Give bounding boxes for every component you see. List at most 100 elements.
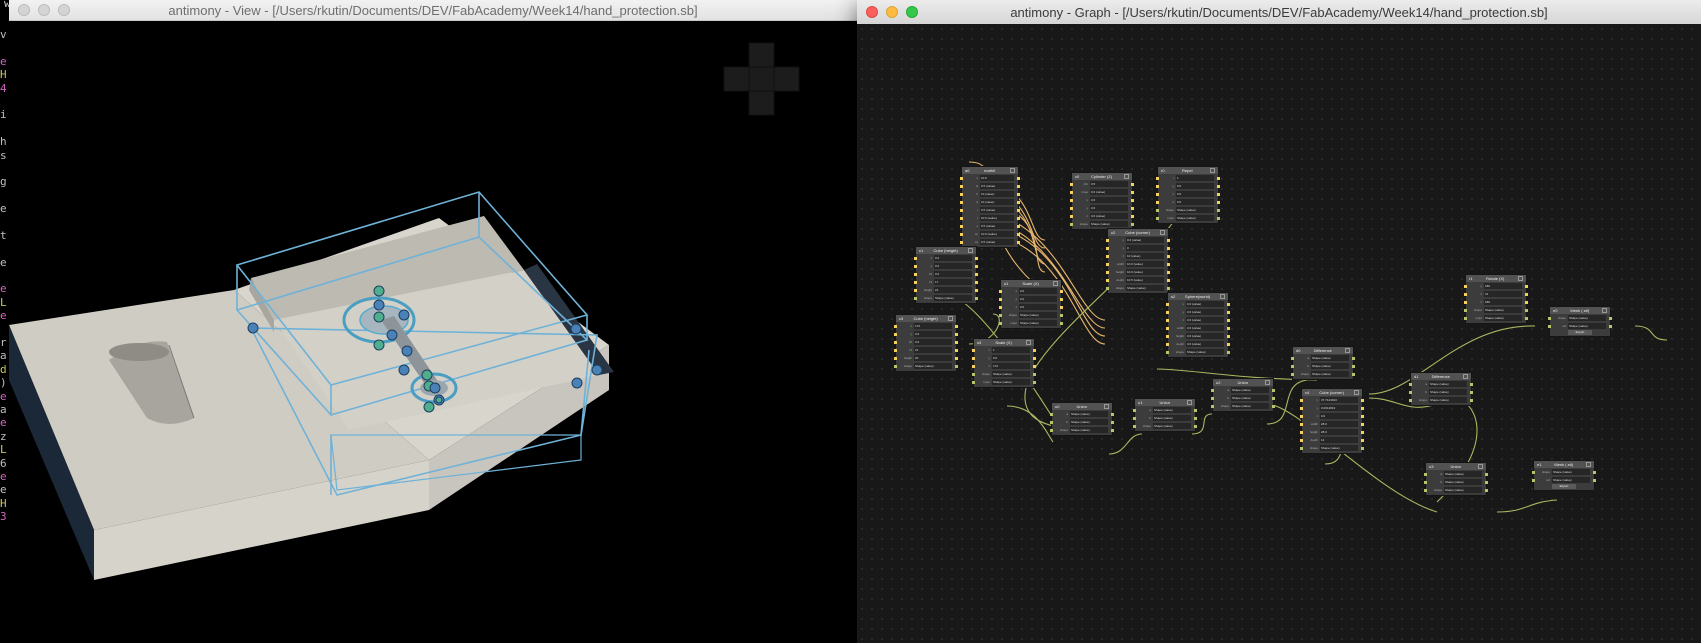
- node-close-icon[interactable]: [1586, 462, 1591, 467]
- graph-node-sphere[interactable]: s2 Sphere(world) x 0.0 (value) y 0.0 (value) z…: [1166, 292, 1230, 358]
- output-port[interactable]: [1131, 214, 1134, 218]
- node-close-icon[interactable]: [1009, 168, 1015, 173]
- minimize-icon[interactable]: [886, 6, 898, 18]
- node-close-icon[interactable]: [1026, 340, 1031, 345]
- input-port[interactable]: [960, 224, 963, 228]
- input-port[interactable]: [1409, 390, 1412, 394]
- input-port[interactable]: [1424, 488, 1427, 492]
- graph-node-a[interactable]: a0 math0 x 10.5 w 0.5 (value) h 10 (value) d 10 (…: [960, 166, 1020, 248]
- node-row-value[interactable]: Shape (value): [1070, 419, 1108, 425]
- output-port[interactable]: [1593, 478, 1596, 482]
- output-port[interactable]: [955, 324, 958, 328]
- input-port[interactable]: [1106, 286, 1109, 290]
- node-row-value[interactable]: 20: [914, 355, 952, 361]
- input-port[interactable]: [1211, 388, 1214, 392]
- node-row-value[interactable]: Shape (value): [1126, 285, 1164, 291]
- node-row-value[interactable]: Shape (value): [1231, 403, 1269, 409]
- node-row-value[interactable]: Shape (value): [1552, 469, 1590, 475]
- output-port[interactable]: [1033, 380, 1036, 384]
- node-row-value[interactable]: Shape (value): [1176, 207, 1214, 213]
- input-port[interactable]: [914, 280, 917, 284]
- input-port[interactable]: [1166, 342, 1169, 346]
- node-row-value[interactable]: 10 (value): [980, 191, 1014, 197]
- node-row-value[interactable]: Shape (value): [992, 371, 1030, 377]
- node-row-value[interactable]: 0.5 (value): [980, 183, 1014, 189]
- input-port[interactable]: [1300, 422, 1303, 426]
- node-row-value[interactable]: 1: [992, 347, 1030, 353]
- input-port[interactable]: [1156, 216, 1159, 220]
- input-port[interactable]: [1464, 308, 1467, 312]
- input-port[interactable]: [1532, 478, 1535, 482]
- node-row-value[interactable]: Shape (value): [1444, 471, 1482, 477]
- graph-node-diff2[interactable]: d1 Difference a Shape (value) b Shape (value)…: [1409, 372, 1473, 406]
- node-row-value[interactable]: Shape (value): [1019, 312, 1057, 318]
- node-close-icon[interactable]: [1159, 230, 1165, 235]
- node-row-value[interactable]: Shape (value): [1311, 371, 1349, 377]
- node-row-value[interactable]: 0.0: [934, 271, 972, 277]
- output-port[interactable]: [975, 288, 978, 292]
- node-row-value[interactable]: 10 (value): [980, 199, 1014, 205]
- node-row-value[interactable]: Shape (value): [1186, 349, 1224, 355]
- output-port[interactable]: [1060, 305, 1063, 309]
- output-port[interactable]: [1111, 428, 1114, 432]
- input-port[interactable]: [1070, 222, 1073, 226]
- node-row-value[interactable]: 0.0 (value): [1126, 237, 1164, 243]
- zoom-icon[interactable]: [906, 6, 918, 18]
- node-row-value[interactable]: 0.0: [1090, 205, 1128, 211]
- output-port[interactable]: [1060, 289, 1063, 293]
- node-header[interactable]: u0 Union: [1052, 403, 1112, 410]
- input-port[interactable]: [1548, 316, 1551, 320]
- node-row-value[interactable]: 0.0: [1176, 183, 1214, 189]
- output-port[interactable]: [1217, 216, 1220, 220]
- output-port[interactable]: [1131, 198, 1134, 202]
- node-close-icon[interactable]: [967, 248, 973, 253]
- input-port[interactable]: [1211, 396, 1214, 400]
- node-graph-canvas[interactable]: a0 math0 x 10.5 w 0.5 (value) h 10 (value) d 10 (…: [857, 24, 1701, 643]
- node-row-value[interactable]: 0.0: [1019, 296, 1057, 302]
- node-row-value[interactable]: 10.5: [980, 175, 1014, 181]
- output-port[interactable]: [1017, 176, 1020, 180]
- node-row-value[interactable]: 1: [1176, 175, 1214, 181]
- input-port[interactable]: [960, 208, 963, 212]
- output-port[interactable]: [975, 264, 978, 268]
- node-row-value[interactable]: 0.0: [914, 339, 952, 345]
- output-port[interactable]: [1609, 316, 1612, 320]
- node-row-value[interactable]: Shape (value): [1429, 389, 1467, 395]
- input-port[interactable]: [1548, 324, 1551, 328]
- output-port[interactable]: [1352, 356, 1355, 360]
- output-port[interactable]: [1361, 430, 1364, 434]
- node-close-icon[interactable]: [1517, 276, 1523, 281]
- input-port[interactable]: [1300, 446, 1303, 450]
- node-row-value[interactable]: Shape (value): [1311, 363, 1349, 369]
- node-row-value[interactable]: 0.0: [934, 255, 972, 261]
- output-port[interactable]: [1217, 208, 1220, 212]
- input-port[interactable]: [1300, 398, 1303, 402]
- output-port[interactable]: [1525, 300, 1528, 304]
- input-port[interactable]: [1156, 176, 1159, 180]
- input-port[interactable]: [1300, 438, 1303, 442]
- output-port[interactable]: [1033, 364, 1036, 368]
- input-port[interactable]: [1166, 350, 1169, 354]
- output-port[interactable]: [1131, 222, 1134, 226]
- output-port[interactable]: [1609, 324, 1612, 328]
- input-port[interactable]: [1409, 398, 1412, 402]
- node-close-icon[interactable]: [1209, 168, 1215, 173]
- node-row-value[interactable]: 0.0: [934, 263, 972, 269]
- node-row-value[interactable]: Shape (value): [1568, 315, 1606, 321]
- node-row-value[interactable]: 0.5 (value): [980, 223, 1014, 229]
- output-port[interactable]: [1227, 350, 1230, 354]
- input-port[interactable]: [1106, 238, 1109, 242]
- close-icon[interactable]: [866, 6, 878, 18]
- input-port[interactable]: [1166, 318, 1169, 322]
- node-header[interactable]: d1 Difference: [1411, 373, 1471, 380]
- output-port[interactable]: [1017, 224, 1020, 228]
- node-row-value[interactable]: Shape (value): [1090, 221, 1128, 227]
- node-header[interactable]: u1 Union: [1135, 399, 1195, 406]
- node-row-value[interactable]: Shape (value): [1019, 320, 1057, 326]
- node-row-value[interactable]: 10.0 (value): [980, 231, 1014, 237]
- graph-node-repel[interactable]: r0 Repel r 1 y 0.0 z 0.0 s 0.0 shape Shape (value) i…: [1156, 166, 1220, 224]
- output-port[interactable]: [1217, 176, 1220, 180]
- output-port[interactable]: [1272, 404, 1275, 408]
- input-port[interactable]: [1106, 246, 1109, 250]
- node-row-value[interactable]: 0.0: [1019, 304, 1057, 310]
